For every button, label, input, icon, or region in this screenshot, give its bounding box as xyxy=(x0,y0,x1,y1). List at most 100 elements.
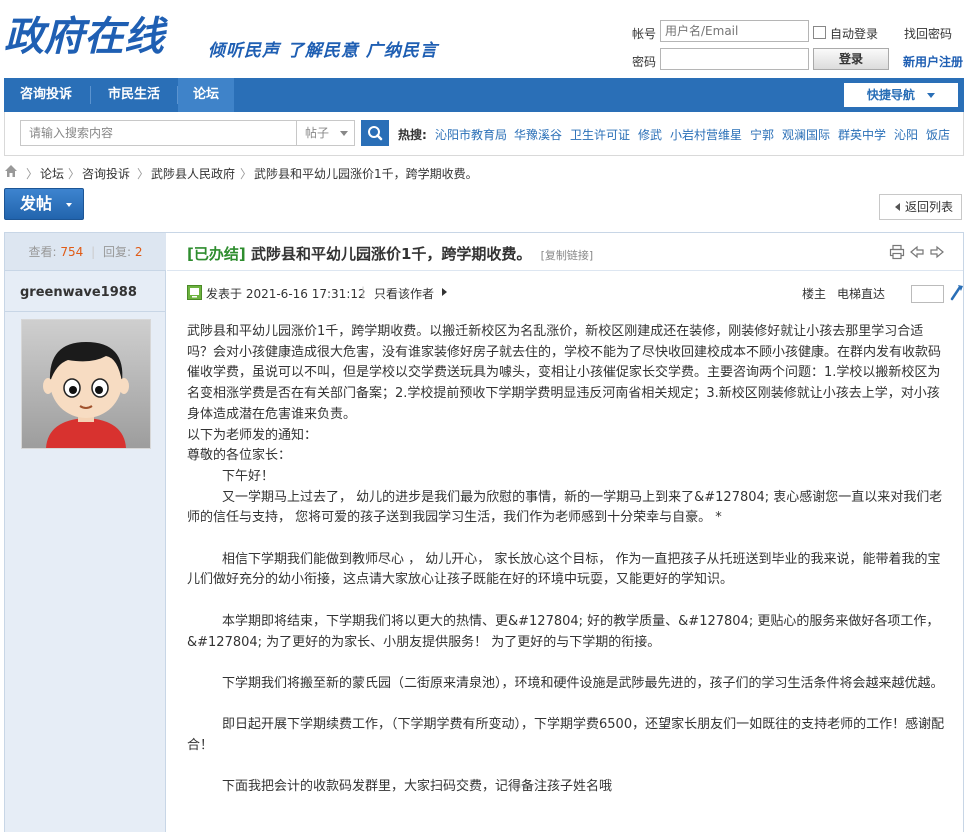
hot-search-item[interactable]: 修武 xyxy=(638,126,662,143)
status-badge[interactable]: [已办结] xyxy=(187,245,246,263)
breadcrumb-item[interactable]: 武陟县和平幼儿园涨价1千，跨学期收费。 xyxy=(254,165,478,182)
post-content: 武陟县和平幼儿园涨价1千，跨学期收费。以搬迁新校区为名乱涨价，新校区刚建成还在装… xyxy=(187,322,947,798)
login-button[interactable]: 登录 xyxy=(813,48,889,70)
post-timestamp: 发表于 2021-6-16 17:31:12 xyxy=(206,287,366,301)
quick-nav-button[interactable]: 快捷导航 xyxy=(844,83,958,107)
account-input[interactable] xyxy=(660,20,809,42)
post-paragraph: 下面我把会计的收款码发群里，大家扫码交费，记得备注孩子姓名哦 xyxy=(222,779,613,795)
views-count: 754 xyxy=(60,245,84,259)
previous-thread-icon[interactable] xyxy=(909,244,925,260)
hot-search-item[interactable]: 小岩村营维星 xyxy=(670,126,742,143)
breadcrumb-separator: 〉 xyxy=(26,167,39,181)
forgot-password-link[interactable]: 找回密码 xyxy=(904,25,952,42)
hot-search-item[interactable]: 沁阳 xyxy=(894,126,918,143)
search-bar: 请输入搜索内容 帖子 热搜: 沁阳市教育局 华豫溪谷 卫生许可证 修武 小岩村营… xyxy=(4,112,964,156)
stats-divider: | xyxy=(91,245,96,259)
post-main: [已办结] 武陟县和平幼儿园涨价1千，跨学期收费。 [复制链接] 发表于 202… xyxy=(167,233,963,832)
online-status-icon xyxy=(187,285,202,303)
search-button[interactable] xyxy=(361,120,389,146)
author-sidebar: 查看: 754 | 回复: 2 greenwave1988 xyxy=(5,233,166,832)
site-header: 政府在线 倾听民声 了解民意 广纳民言 帐号 自动登录 找回密码 密码 登录 新… xyxy=(0,0,964,78)
back-to-list-label: 返回列表 xyxy=(905,200,954,214)
replies-count: 2 xyxy=(134,245,143,259)
post-paragraph: 相信下学期我们能做到教师尽心 ， 幼儿开心， 家长放心这个目标， 作为一直把孩子… xyxy=(187,551,941,588)
hot-search-item[interactable]: 卫生许可证 xyxy=(570,126,630,143)
hot-search-label: 热搜: xyxy=(398,128,427,142)
divider xyxy=(5,311,166,312)
register-link[interactable]: 新用户注册 xyxy=(903,53,963,70)
caret-right-icon xyxy=(442,288,447,296)
views-label: 查看: xyxy=(28,245,57,259)
breadcrumb-item[interactable]: 武陟县人民政府 xyxy=(151,165,235,182)
site-slogan: 倾听民声 了解民意 广纳民言 xyxy=(208,41,438,61)
post-paragraph: 又一学期马上过去了， 幼儿的进步是我们最为欣慰的事情，新的一学期马上到来了&#1… xyxy=(187,489,943,526)
post-paragraph: 武陟县和平幼儿园涨价1千，跨学期收费。以搬迁新校区为名乱涨价，新校区刚建成还在装… xyxy=(187,324,942,422)
search-icon xyxy=(368,126,383,141)
breadcrumb-separator: 〉 xyxy=(137,167,150,181)
home-icon[interactable] xyxy=(4,164,18,181)
post-paragraph: 即日起开展下学期续费工作，（下学期学费有所变动），下学期学费6500，还望家长朋… xyxy=(187,717,945,753)
only-author-link[interactable]: 只看该作者 xyxy=(374,285,434,302)
post-paragraph: 以下为老师发的通知： xyxy=(187,427,318,443)
avatar[interactable] xyxy=(21,319,151,449)
hot-search-item[interactable]: 饭店 xyxy=(926,126,950,143)
nav-divider xyxy=(90,86,91,104)
hot-search-item[interactable]: 观澜国际 xyxy=(782,126,830,143)
post-paragraph: 本学期即将结束，下学期我们将以更大的热情、更&#127804; 好的教学质量、&… xyxy=(187,613,940,650)
site-logo[interactable]: 政府在线 xyxy=(4,10,164,64)
copy-link-button[interactable]: [复制链接] xyxy=(541,249,594,262)
auto-login-label[interactable]: 自动登录 xyxy=(830,25,878,42)
back-to-list-button[interactable]: 返回列表 xyxy=(879,194,962,220)
floor-jump-go-icon[interactable] xyxy=(949,283,964,304)
hot-search-item[interactable]: 华豫溪谷 xyxy=(514,126,562,143)
login-form: 帐号 自动登录 找回密码 密码 登录 新用户注册 xyxy=(630,20,964,72)
post-paragraph: 尊敬的各位家长： xyxy=(187,448,292,464)
breadcrumb-separator: 〉 xyxy=(68,167,81,181)
nav-item-life[interactable]: 市民生活 xyxy=(92,78,176,112)
main-nav: 咨询投诉 市民生活 论坛 快捷导航 xyxy=(4,78,964,112)
hot-search-item[interactable]: 沁阳市教育局 xyxy=(435,126,507,143)
print-icon[interactable] xyxy=(889,244,905,260)
new-post-button[interactable]: 发帖 xyxy=(4,188,84,220)
search-type-label: 帖子 xyxy=(305,126,330,140)
caret-down-icon xyxy=(340,131,348,136)
next-thread-icon[interactable] xyxy=(929,244,945,260)
hot-search-item[interactable]: 群英中学 xyxy=(838,126,886,143)
search-input[interactable]: 请输入搜索内容 xyxy=(20,120,297,146)
account-label: 帐号 xyxy=(632,27,657,41)
thread-title-text: 武陟县和平幼儿园涨价1千，跨学期收费。 xyxy=(250,245,532,263)
floor-jump-input[interactable] xyxy=(911,285,944,303)
search-type-select[interactable]: 帖子 xyxy=(297,120,355,146)
caret-left-icon xyxy=(895,203,900,211)
replies-label: 回复: xyxy=(102,245,132,259)
breadcrumb-separator: 〉 xyxy=(240,167,253,181)
password-label: 密码 xyxy=(632,55,657,69)
floor-label: 楼主 xyxy=(802,287,827,301)
thread-stats: 查看: 754 | 回复: 2 xyxy=(5,233,166,271)
quick-nav-label: 快捷导航 xyxy=(866,88,915,102)
hot-search-item[interactable]: 宁郭 xyxy=(750,126,774,143)
nav-item-consult[interactable]: 咨询投诉 xyxy=(4,78,88,112)
thread-title: [已办结] 武陟县和平幼儿园涨价1千，跨学期收费。 [复制链接] xyxy=(187,243,593,264)
meta-divider: | xyxy=(361,285,366,299)
post-meta: 发表于 2021-6-16 17:31:12 | 只看该作者 楼主 电梯直达 xyxy=(187,285,963,303)
author-name[interactable]: greenwave1988 xyxy=(20,285,137,300)
post-paragraph: 下学期我们将搬至新的蒙氏园（二街原来清泉池），环境和硬件设施是武陟最先进的，孩子… xyxy=(222,675,944,691)
avatar-image xyxy=(22,320,150,448)
auto-login-checkbox[interactable] xyxy=(813,26,826,39)
caret-down-icon xyxy=(927,93,936,98)
breadcrumb-item[interactable]: 论坛 xyxy=(40,165,64,182)
thread-title-bar: [已办结] 武陟县和平幼儿园涨价1千，跨学期收费。 [复制链接] xyxy=(167,233,963,271)
new-post-label: 发帖 xyxy=(20,194,53,213)
nav-item-forum[interactable]: 论坛 xyxy=(178,78,234,112)
thread-container: 查看: 754 | 回复: 2 greenwave1988 [已办结] 武陟县和… xyxy=(4,232,964,832)
password-input[interactable] xyxy=(660,48,809,70)
post-paragraph: 下午好！ xyxy=(222,468,275,484)
caret-down-icon xyxy=(65,202,72,207)
breadcrumb-item[interactable]: 咨询投诉 xyxy=(82,165,130,182)
